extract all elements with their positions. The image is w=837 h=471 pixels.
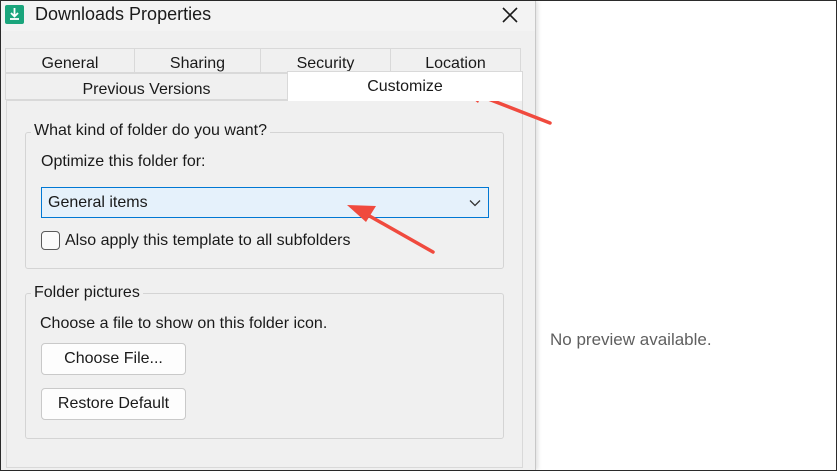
choose-file-button[interactable]: Choose File... [41,343,186,375]
tab-previous-versions[interactable]: Previous Versions [5,73,288,100]
folder-pictures-description: Choose a file to show on this folder ico… [40,315,328,332]
restore-default-button[interactable]: Restore Default [41,388,186,420]
tab-location[interactable]: Location [390,48,521,73]
folder-pictures-group-label: Folder pictures [31,284,143,302]
tab-security[interactable]: Security [260,48,391,73]
no-preview-text: No preview available. [550,330,712,349]
optimize-folder-dropdown[interactable]: General items [41,187,489,218]
tab-label: General [41,55,99,72]
properties-dialog: Downloads Properties General Sharing Sec… [1,1,536,470]
title-bar: Downloads Properties [1,1,535,31]
tab-label: Security [296,55,355,72]
tab-label: Customize [367,78,443,95]
tab-label: Previous Versions [82,81,211,98]
tab-sharing[interactable]: Sharing [134,48,261,73]
apply-subfolders-checkbox[interactable] [41,231,60,250]
window-title: Downloads Properties [35,4,212,24]
close-icon[interactable] [497,2,523,28]
tab-customize[interactable]: Customize [287,71,523,101]
downloads-folder-icon [5,5,24,24]
chevron-down-icon [469,200,481,207]
tab-general[interactable]: General [5,48,135,73]
optimize-label: Optimize this folder for: [41,153,206,170]
apply-subfolders-label: Also apply this template to all subfolde… [65,232,351,249]
tab-label: Location [425,55,486,72]
optimize-folder-value: General items [48,194,148,211]
tab-label: Sharing [169,55,226,72]
folder-type-group-label: What kind of folder do you want? [31,122,271,140]
